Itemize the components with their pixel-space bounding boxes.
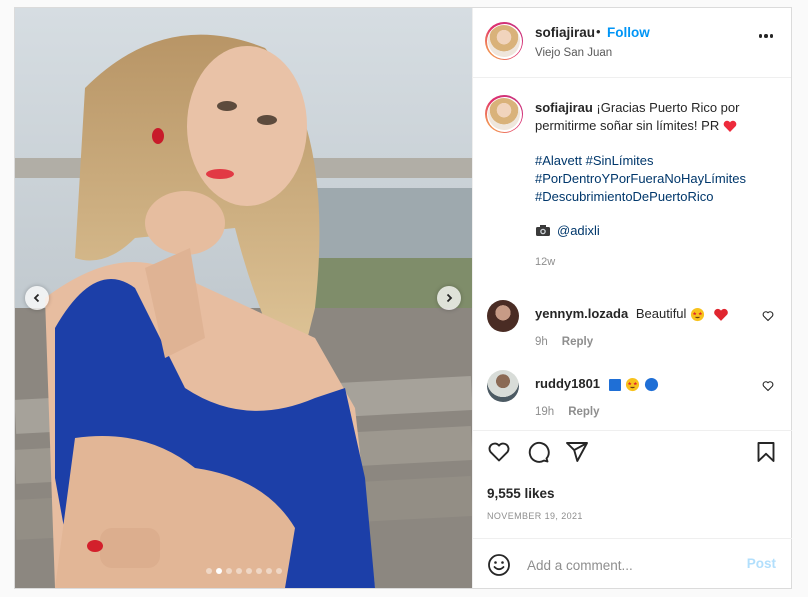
commenter-username[interactable]: yennym.lozada [535, 306, 628, 321]
previous-slide-button[interactable] [25, 286, 49, 310]
comment-input[interactable] [525, 553, 729, 577]
bookmark-icon[interactable] [755, 440, 777, 464]
slide-dot [205, 568, 212, 574]
hashtag-link[interactable]: #PorDentroYPorFueraNoHayLímites [535, 170, 775, 188]
post-media[interactable] [15, 8, 472, 588]
add-comment-bar: Post [473, 538, 792, 589]
hashtag-link[interactable]: #Alavett #SinLímites [535, 152, 775, 170]
post-header: sofiajirau • Follow Viejo San Juan [473, 8, 791, 78]
comments-section: sofiajirau ¡Gracias Puerto Rico por perm… [473, 78, 792, 431]
comment-item: yennym.lozada Beautiful 9h Reply [485, 300, 780, 360]
author-username[interactable]: sofiajirau [535, 25, 595, 40]
comment-text: Beautiful [635, 306, 687, 321]
comment-body: yennym.lozada Beautiful [535, 306, 729, 322]
slide-dot [275, 568, 282, 574]
commenter-avatar[interactable] [487, 300, 519, 332]
comment-item: ruddy1801 19h Reply [485, 370, 780, 430]
reply-button[interactable]: Reply [568, 406, 599, 418]
slide-dot [265, 568, 272, 574]
next-slide-button[interactable] [437, 286, 461, 310]
camera-icon [536, 225, 550, 236]
avatar[interactable] [485, 22, 523, 60]
heart-icon[interactable] [762, 380, 774, 392]
slide-dot [235, 568, 242, 574]
paper-plane-icon[interactable] [565, 440, 589, 464]
hashtag-list: #Alavett #SinLímites #PorDentroYPorFuera… [535, 152, 775, 206]
reply-button[interactable]: Reply [562, 336, 593, 348]
post-details-panel: sofiajirau • Follow Viejo San Juan sofia… [472, 8, 792, 589]
more-options-icon[interactable] [758, 34, 773, 38]
post-photo [15, 8, 472, 588]
slide-indicator [15, 568, 472, 574]
chevron-left-icon [33, 293, 40, 303]
location-link[interactable]: Viejo San Juan [535, 47, 612, 59]
caption-username[interactable]: sofiajirau [535, 100, 593, 115]
chevron-right-icon [446, 293, 453, 303]
slide-dot [215, 568, 222, 574]
post-comment-button[interactable]: Post [747, 556, 776, 571]
credit-mention-link[interactable]: @adixli [557, 223, 600, 238]
star-struck-emoji-icon [690, 308, 705, 322]
post-actions [473, 440, 792, 470]
comment-body: ruddy1801 [535, 376, 659, 392]
star-struck-emoji-icon [626, 378, 640, 392]
red-heart-emoji-icon [713, 308, 728, 321]
commenter-username[interactable]: ruddy1801 [535, 376, 600, 391]
caption-timestamp[interactable]: 12w [535, 256, 555, 268]
comment-meta: 19h Reply [535, 406, 600, 418]
caption-avatar[interactable] [485, 95, 523, 133]
like-count[interactable]: 9,555 likes [487, 486, 555, 501]
blue-circle-emoji-icon [644, 378, 658, 392]
separator-dot: • [596, 24, 601, 39]
commenter-avatar[interactable] [487, 370, 519, 402]
slide-dot [245, 568, 252, 574]
photo-credit: @adixli [535, 223, 600, 238]
instagram-post: sofiajirau • Follow Viejo San Juan sofia… [14, 7, 792, 589]
comment-timestamp[interactable]: 9h [535, 336, 548, 348]
red-heart-icon [723, 120, 737, 133]
comment-timestamp[interactable]: 19h [535, 406, 554, 418]
slide-dot [225, 568, 232, 574]
post-caption: sofiajirau ¡Gracias Puerto Rico por perm… [535, 99, 775, 135]
follow-button[interactable]: Follow [607, 25, 650, 40]
slide-dot [255, 568, 262, 574]
post-date[interactable]: November 19, 2021 [487, 511, 583, 521]
blue-square-emoji-icon [608, 378, 621, 391]
heart-icon[interactable] [762, 310, 774, 322]
hashtag-link[interactable]: #DescubrimientoDePuertoRico [535, 188, 775, 206]
comment-icon[interactable] [526, 440, 550, 464]
heart-icon[interactable] [487, 440, 511, 464]
comment-meta: 9h Reply [535, 336, 593, 348]
smiley-icon[interactable] [487, 553, 511, 577]
